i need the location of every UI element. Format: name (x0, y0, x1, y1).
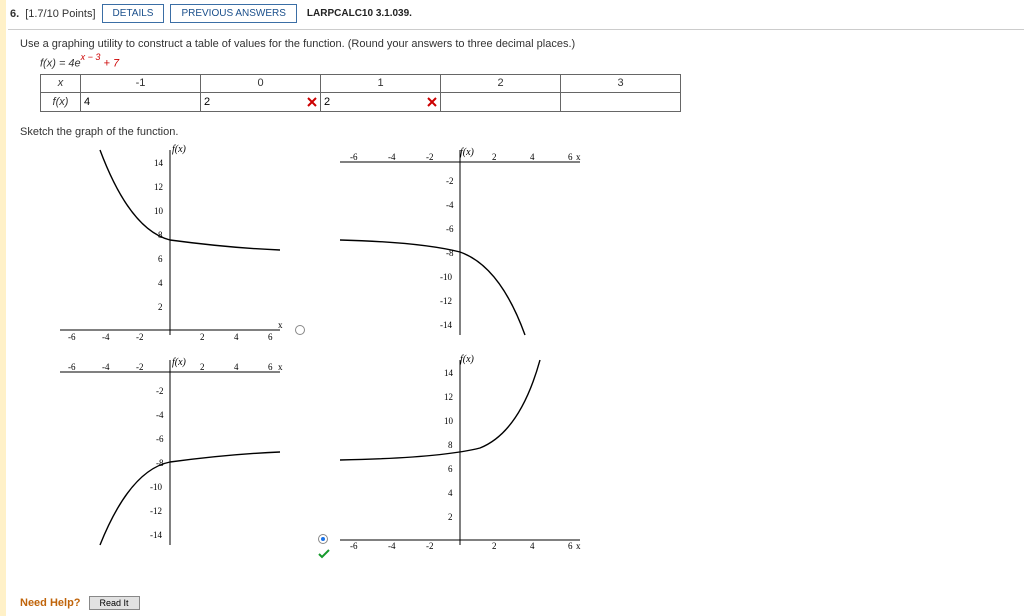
svg-text:6: 6 (158, 254, 163, 264)
svg-text:2: 2 (492, 541, 497, 550)
svg-text:-10: -10 (440, 272, 452, 282)
graph-option-2[interactable]: f(x) x -6 -4 -2 2 4 6 -2 -4 -6 -8 -10 -1… (320, 140, 590, 340)
svg-text:2: 2 (158, 302, 163, 312)
read-it-button[interactable]: Read It (89, 596, 140, 610)
svg-text:4: 4 (530, 152, 535, 162)
mark-4 (664, 93, 680, 111)
svg-text:-2: -2 (426, 152, 434, 162)
graph-option-4[interactable]: f(x) x -6 -4 -2 2 4 6 2 4 6 8 10 12 14 (320, 350, 590, 550)
x-val-3: 2 (441, 74, 561, 92)
need-help-label: Need Help? (20, 597, 81, 609)
svg-text:-6: -6 (350, 152, 358, 162)
svg-text:2: 2 (492, 152, 497, 162)
svg-text:-4: -4 (102, 362, 110, 372)
svg-text:4: 4 (158, 278, 163, 288)
question-number: 6. (10, 8, 19, 20)
answer-input-0[interactable] (81, 93, 184, 111)
answer-input-3[interactable] (441, 93, 544, 111)
svg-text:-2: -2 (446, 176, 454, 186)
svg-text:-4: -4 (102, 332, 110, 340)
x-val-0: -1 (81, 74, 201, 92)
svg-text:-2: -2 (426, 541, 434, 550)
answer-input-4[interactable] (561, 93, 664, 111)
svg-text:-6: -6 (350, 541, 358, 550)
svg-text:10: 10 (154, 206, 164, 216)
svg-text:f(x): f(x) (460, 354, 475, 365)
points: [1.7/10 Points] (25, 8, 95, 20)
svg-text:-4: -4 (156, 410, 164, 420)
svg-text:-10: -10 (150, 482, 162, 492)
svg-text:f(x): f(x) (460, 147, 475, 158)
radio-option-4[interactable] (318, 534, 328, 544)
svg-text:6: 6 (568, 541, 573, 550)
x-header: x (41, 74, 81, 92)
radio-option-1[interactable] (295, 325, 305, 335)
svg-text:6: 6 (568, 152, 573, 162)
mark-1-wrong-icon (304, 93, 320, 111)
svg-text:4: 4 (234, 332, 239, 340)
correct-check-icon (318, 548, 330, 563)
sketch-label: Sketch the graph of the function. (20, 126, 1024, 138)
svg-text:x: x (278, 362, 283, 372)
svg-text:8: 8 (448, 440, 453, 450)
svg-text:12: 12 (154, 182, 163, 192)
svg-text:6: 6 (448, 464, 453, 474)
svg-text:-2: -2 (136, 362, 144, 372)
svg-text:6: 6 (268, 332, 273, 340)
svg-text:-6: -6 (446, 224, 454, 234)
svg-text:x: x (278, 320, 283, 330)
fx-header: f(x) (41, 92, 81, 111)
svg-text:-2: -2 (156, 386, 164, 396)
svg-text:x: x (576, 541, 581, 550)
graph-option-3[interactable]: f(x) x -6 -4 -2 2 4 6 -2 -4 -6 -8 -10 -1… (40, 350, 290, 550)
svg-text:6: 6 (268, 362, 273, 372)
answer-input-1[interactable] (201, 93, 304, 111)
svg-text:-4: -4 (388, 152, 396, 162)
source-ref: LARPCALC10 3.1.039. (307, 8, 412, 19)
svg-text:14: 14 (444, 368, 454, 378)
graph-option-1[interactable]: f(x) x -6 -4 -2 2 4 6 2 4 6 8 10 12 14 (40, 140, 290, 340)
svg-text:-6: -6 (68, 362, 76, 372)
svg-text:x: x (576, 152, 581, 162)
prompt-text: Use a graphing utility to construct a ta… (20, 38, 1024, 50)
x-val-4: 3 (561, 74, 681, 92)
svg-text:10: 10 (444, 416, 454, 426)
mark-2-wrong-icon (424, 93, 440, 111)
function-formula: f(x) = 4ex − 3 + 7 (40, 54, 1024, 70)
svg-text:2: 2 (200, 332, 205, 340)
svg-text:-12: -12 (150, 506, 162, 516)
svg-text:4: 4 (234, 362, 239, 372)
x-val-1: 0 (201, 74, 321, 92)
svg-text:4: 4 (448, 488, 453, 498)
details-button[interactable]: DETAILS (102, 4, 165, 23)
values-table: x -1 0 1 2 3 f(x) (40, 74, 681, 112)
svg-text:-14: -14 (440, 320, 452, 330)
svg-text:-12: -12 (440, 296, 452, 306)
svg-text:2: 2 (200, 362, 205, 372)
svg-text:-6: -6 (156, 434, 164, 444)
svg-text:f(x): f(x) (172, 357, 187, 368)
svg-text:-4: -4 (446, 200, 454, 210)
answer-input-2[interactable] (321, 93, 424, 111)
svg-text:14: 14 (154, 158, 164, 168)
svg-text:4: 4 (530, 541, 535, 550)
mark-3 (544, 93, 560, 111)
svg-text:-4: -4 (388, 541, 396, 550)
x-val-2: 1 (321, 74, 441, 92)
svg-text:2: 2 (448, 512, 453, 522)
svg-text:f(x): f(x) (172, 144, 187, 155)
mark-0 (184, 93, 200, 111)
svg-text:-2: -2 (136, 332, 144, 340)
svg-text:-6: -6 (68, 332, 76, 340)
svg-text:-14: -14 (150, 530, 162, 540)
previous-answers-button[interactable]: PREVIOUS ANSWERS (170, 4, 296, 23)
svg-text:12: 12 (444, 392, 453, 402)
